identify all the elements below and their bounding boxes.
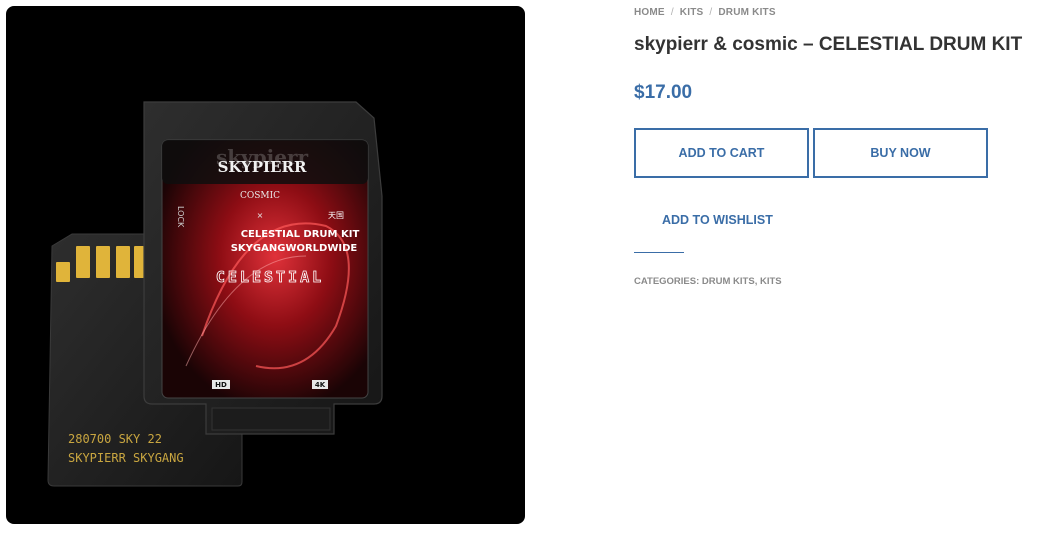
card-line-2: SKYGANGWORLDWIDE bbox=[231, 243, 358, 254]
gold-contact bbox=[96, 246, 110, 278]
brand-logo: SKYPIERR bbox=[218, 158, 307, 176]
gold-contact bbox=[134, 246, 144, 278]
category-separator: , bbox=[754, 276, 758, 287]
4k-badge: 4K bbox=[315, 381, 326, 389]
add-to-cart-button[interactable]: ADD TO CART bbox=[634, 128, 809, 178]
collab-logo: COSMIC bbox=[240, 191, 280, 201]
lock-label: LOCK bbox=[176, 206, 185, 228]
breadcrumb-home[interactable]: HOME bbox=[634, 7, 665, 18]
card-graphic-title: CELESTIAL bbox=[216, 268, 324, 286]
sd-card-illustration: skypierr SKYPIERR COSMIC × 天国 LOCK CELES… bbox=[47, 101, 383, 487]
breadcrumb-separator: / bbox=[670, 7, 674, 18]
product-title: skypierr & cosmic – CELESTIAL DRUM KIT bbox=[634, 34, 1023, 55]
kanji-mark: 天国 bbox=[328, 211, 344, 220]
buy-now-button[interactable]: BUY NOW bbox=[813, 128, 988, 178]
product-image[interactable]: skypierr SKYPIERR COSMIC × 天国 LOCK CELES… bbox=[6, 6, 525, 524]
hd-badge: HD bbox=[215, 381, 227, 389]
category-drum-kits[interactable]: DRUM KITS bbox=[702, 276, 755, 287]
serial-line-2: SKYPIERR SKYGANG bbox=[68, 451, 184, 465]
gold-contact bbox=[76, 246, 90, 278]
breadcrumb-kits[interactable]: KITS bbox=[680, 7, 704, 18]
divider bbox=[634, 252, 684, 253]
collab-marks: × bbox=[257, 211, 264, 220]
product-price: $17.00 bbox=[634, 82, 693, 103]
breadcrumb-separator: / bbox=[709, 7, 713, 18]
categories-label: CATEGORIES: bbox=[634, 276, 700, 287]
gold-contact bbox=[56, 262, 70, 282]
add-to-wishlist-link[interactable]: ADD TO WISHLIST bbox=[662, 213, 773, 227]
category-kits[interactable]: KITS bbox=[760, 276, 782, 287]
product-categories: CATEGORIES: DRUM KITS, KITS bbox=[634, 276, 782, 287]
card-line-1: CELESTIAL DRUM KIT bbox=[241, 229, 360, 240]
serial-line-1: 280700 SKY 22 bbox=[68, 432, 162, 446]
breadcrumb-drum-kits[interactable]: DRUM KITS bbox=[718, 7, 775, 18]
breadcrumb: HOME / KITS / DRUM KITS bbox=[634, 7, 776, 18]
gold-contact bbox=[116, 246, 130, 278]
